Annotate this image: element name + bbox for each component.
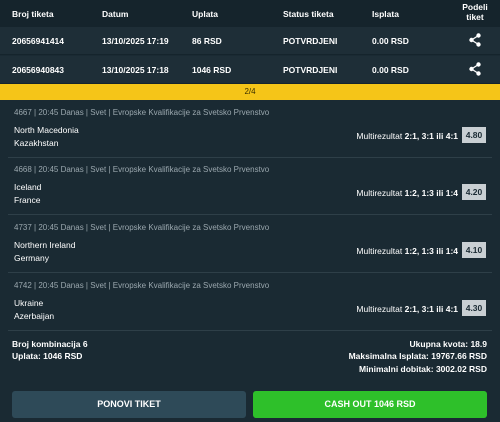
ticket-payment: 86 RSD [192, 36, 222, 46]
away-team: Azerbaijan [14, 311, 55, 321]
match-meta: 4668 | 20:45 Danas | Svet | Evropske Kva… [14, 165, 270, 174]
max-payout: Maksimalna Isplata: 19767.66 RSD [348, 351, 487, 361]
tickets-table-header: Broj tiketa Datum Uplata Status tiketa I… [0, 0, 500, 27]
ticket-payout: 0.00 RSD [372, 36, 409, 46]
ticket-payout: 0.00 RSD [372, 65, 409, 75]
ticket-payment: 1046 RSD [192, 65, 232, 75]
odd-badge: 4.80 [462, 127, 486, 143]
home-team: Iceland [14, 182, 42, 192]
ticket-summary: Broj kombinacija 6 Uplata: 1046 RSD Ukup… [0, 336, 500, 380]
odd-badge: 4.30 [462, 300, 486, 316]
match-item: 4667 | 20:45 Danas | Svet | Evropske Kva… [8, 101, 492, 158]
ticket-date: 13/10/2025 17:19 [102, 36, 169, 46]
home-team: North Macedonia [14, 125, 79, 135]
ticket-row[interactable]: 20656940843 13/10/2025 17:18 1046 RSD PO… [0, 56, 500, 84]
ticket-id: 20656940843 [12, 65, 65, 75]
share-icon[interactable] [468, 33, 482, 47]
ticket-status: POTVRDJENI [283, 36, 338, 46]
ticket-row[interactable]: 20656941414 13/10/2025 17:19 86 RSD POTV… [0, 27, 500, 55]
header-status: Status tiketa [283, 9, 334, 19]
header-share: Podeli tiket [462, 2, 488, 22]
share-icon[interactable] [468, 62, 482, 76]
repeat-ticket-button[interactable]: PONOVI TIKET [12, 391, 246, 418]
header-payment: Uplata [192, 9, 218, 19]
min-win: Minimalni dobitak: 3002.02 RSD [358, 364, 487, 374]
combinations-count: Broj kombinacija 6 [12, 339, 88, 349]
ticket-status: POTVRDJENI [283, 65, 338, 75]
away-team: Kazakhstan [14, 138, 59, 148]
ticket-date: 13/10/2025 17:18 [102, 65, 169, 75]
header-date: Datum [102, 9, 129, 19]
home-team: Northern Ireland [14, 240, 76, 250]
match-pick: Multirezultat 2:1, 3:1 ili 4:1 [356, 304, 458, 314]
home-team: Ukraine [14, 298, 44, 308]
odd-badge: 4.10 [462, 242, 486, 258]
match-item: 4668 | 20:45 Danas | Svet | Evropske Kva… [8, 158, 492, 215]
header-ticket-number: Broj tiketa [12, 9, 54, 19]
match-pick: Multirezultat 1:2, 1:3 ili 1:4 [356, 246, 458, 256]
match-item: 4742 | 20:45 Danas | Svet | Evropske Kva… [8, 274, 492, 331]
pagination-bar[interactable]: 2/4 [0, 84, 500, 100]
match-meta: 4667 | 20:45 Danas | Svet | Evropske Kva… [14, 108, 270, 117]
away-team: Germany [14, 253, 49, 263]
match-meta: 4742 | 20:45 Danas | Svet | Evropske Kva… [14, 281, 270, 290]
header-payout: Isplata [372, 9, 399, 19]
ticket-id: 20656941414 [12, 36, 65, 46]
match-pick: Multirezultat 1:2, 1:3 ili 1:4 [356, 188, 458, 198]
total-odds: Ukupna kvota: 18.9 [409, 339, 487, 349]
payment-amount: Uplata: 1046 RSD [12, 351, 83, 361]
match-meta: 4737 | 20:45 Danas | Svet | Evropske Kva… [14, 223, 270, 232]
odd-badge: 4.20 [462, 184, 486, 200]
match-item: 4737 | 20:45 Danas | Svet | Evropske Kva… [8, 216, 492, 273]
cash-out-button[interactable]: CASH OUT 1046 RSD [253, 391, 487, 418]
away-team: France [14, 195, 41, 205]
match-pick: Multirezultat 2:1, 3:1 ili 4:1 [356, 131, 458, 141]
